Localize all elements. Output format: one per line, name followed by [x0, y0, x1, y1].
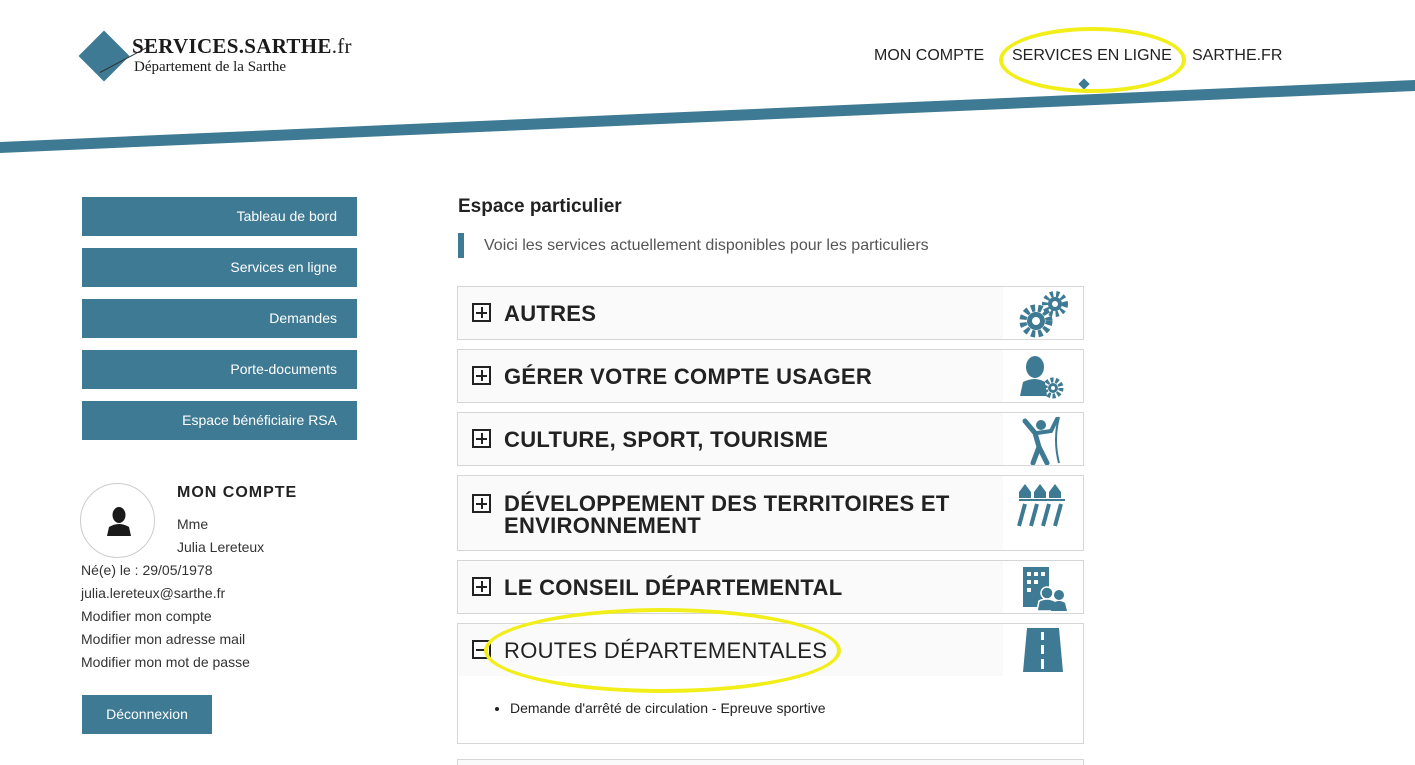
user-icon	[107, 507, 131, 536]
sidebar-item-espace-rsa[interactable]: Espace bénéficiaire RSA	[82, 401, 357, 440]
territory-icon	[1003, 476, 1083, 550]
page-title: Espace particulier	[458, 196, 622, 217]
account-birthdate: Né(e) le : 29/05/1978	[81, 562, 213, 578]
account-name: Julia Lereteux	[177, 539, 265, 555]
category-next-partial	[457, 759, 1084, 765]
account-email: julia.lereteux@sarthe.fr	[81, 585, 226, 601]
expand-plus-icon[interactable]	[472, 366, 491, 385]
climber-icon	[1003, 413, 1083, 465]
category-label-line2: ENVIRONNEMENT	[504, 513, 702, 538]
category-conseil-departemental: LE CONSEIL DÉPARTEMENTAL	[457, 560, 1084, 614]
sidebar-item-porte-documents[interactable]: Porte-documents	[82, 350, 357, 389]
services-list: Demande d'arrêté de circulation - Epreuv…	[510, 700, 826, 716]
category-label: GÉRER VOTRE COMPTE USAGER	[504, 364, 873, 389]
nav-sarthe-fr[interactable]: SARTHE.FR	[1190, 47, 1284, 65]
category-culture-sport-tourisme: CULTURE, SPORT, TOURISME	[457, 412, 1084, 466]
building-people-icon	[1003, 561, 1083, 613]
sidebar-item-demandes[interactable]: Demandes	[82, 299, 357, 338]
category-label: CULTURE, SPORT, TOURISME	[504, 427, 829, 452]
category-header[interactable]: LE CONSEIL DÉPARTEMENTAL	[458, 561, 1083, 613]
edit-account-link[interactable]: Modifier mon compte	[81, 608, 212, 624]
category-header[interactable]: GÉRER VOTRE COMPTE USAGER	[458, 350, 1083, 402]
gears-icon	[1003, 287, 1083, 339]
category-header[interactable]: CULTURE, SPORT, TOURISME	[458, 413, 1083, 465]
category-header[interactable]: AUTRES	[458, 287, 1083, 339]
collapse-minus-icon[interactable]	[472, 640, 491, 659]
category-header[interactable]: ROUTES DÉPARTEMENTALES	[458, 624, 1083, 676]
avatar	[80, 483, 155, 558]
category-routes-departementales: ROUTES DÉPARTEMENTALES	[457, 623, 1084, 677]
nav-mon-compte[interactable]: MON COMPTE	[872, 47, 986, 65]
logo-diamond-icon	[78, 30, 130, 82]
logout-button[interactable]: Déconnexion	[82, 695, 212, 734]
routes-services-panel: Demande d'arrêté de circulation - Epreuv…	[457, 676, 1084, 744]
list-item: Demande d'arrêté de circulation - Epreuv…	[510, 700, 826, 716]
site-logo[interactable]: SERVICES.SARTHE.fr Département de la Sar…	[78, 30, 360, 87]
expand-plus-icon[interactable]	[472, 429, 491, 448]
category-developpement-territoires: DÉVELOPPEMENT DES TERRITOIRES ET ENVIRON…	[457, 475, 1084, 551]
category-label-line1: DÉVELOPPEMENT DES TERRITOIRES ET	[504, 491, 950, 516]
nav-services-en-ligne[interactable]: SERVICES EN LIGNE	[1010, 47, 1174, 65]
sidebar-item-tableau-de-bord[interactable]: Tableau de bord	[82, 197, 357, 236]
user-gear-icon	[1003, 350, 1083, 402]
sidebar-item-services-en-ligne[interactable]: Services en ligne	[82, 248, 357, 287]
category-label: AUTRES	[504, 301, 597, 326]
account-civility: Mme	[177, 516, 209, 532]
category-label: ROUTES DÉPARTEMENTALES	[504, 638, 828, 663]
edit-password-link[interactable]: Modifier mon mot de passe	[81, 654, 250, 670]
edit-email-link[interactable]: Modifier mon adresse mail	[81, 631, 245, 647]
page-subtitle: Voici les services actuellement disponib…	[458, 233, 929, 258]
account-panel: MON COMPTE Mme Julia Lereteux Né(e) le :…	[80, 480, 380, 680]
category-autres: AUTRES	[457, 286, 1084, 340]
category-label: LE CONSEIL DÉPARTEMENTAL	[504, 575, 843, 600]
expand-plus-icon[interactable]	[472, 303, 491, 322]
logo-title: SERVICES.SARTHE.fr	[132, 34, 352, 58]
logo-subtitle: Département de la Sarthe	[134, 59, 287, 75]
service-link-arrete-circulation[interactable]: Demande d'arrêté de circulation - Epreuv…	[510, 700, 826, 716]
expand-plus-icon[interactable]	[472, 577, 491, 596]
category-gerer-compte: GÉRER VOTRE COMPTE USAGER	[457, 349, 1084, 403]
category-header[interactable]: DÉVELOPPEMENT DES TERRITOIRES ET ENVIRON…	[458, 476, 1083, 550]
account-title: MON COMPTE	[177, 484, 298, 501]
road-icon	[1003, 624, 1083, 676]
expand-plus-icon[interactable]	[472, 494, 491, 513]
